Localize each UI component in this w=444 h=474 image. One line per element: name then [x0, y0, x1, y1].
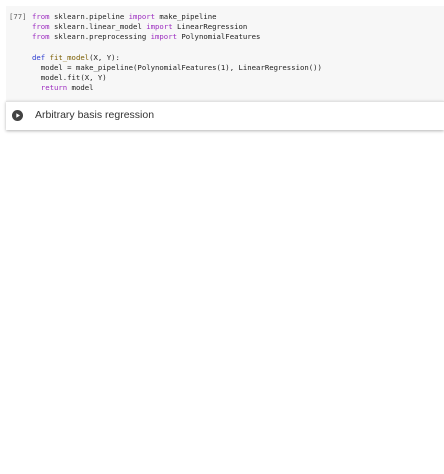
code-line: from sklearn.pipeline import make_pipeli… — [32, 12, 322, 22]
code-line: from sklearn.preprocessing import Polyno… — [32, 32, 322, 42]
code-cell[interactable]: [77] from sklearn.pipeline import make_p… — [6, 6, 444, 101]
code-token: PolynomialFeatures — [176, 32, 261, 42]
code-line: model.fit(X, Y) — [32, 73, 322, 83]
code-token: model — [67, 83, 94, 93]
code-token: import — [146, 22, 173, 32]
code-line: from sklearn.linear_model import LinearR… — [32, 22, 322, 32]
code-token: sklearn.pipeline — [49, 12, 129, 21]
code-token: fit_model — [49, 52, 90, 62]
code-token: (X, Y): — [89, 52, 120, 62]
code-token: from — [32, 22, 50, 32]
code-token: model.fit(X, Y) — [32, 73, 107, 83]
code-token: from — [32, 12, 50, 21]
code-token: import — [150, 32, 177, 42]
code-line: def fit_model(X, Y): — [32, 53, 322, 63]
code-token: LinearRegression — [172, 22, 248, 32]
section-heading: Arbitrary basis regression — [35, 109, 155, 121]
code-token: import — [128, 12, 156, 21]
code-token: sklearn.preprocessing — [49, 32, 151, 42]
execution-count: [77] — [9, 12, 27, 21]
code-token: return — [40, 83, 68, 93]
code-token: model = make_pipeline(PolynomialFeatures… — [32, 62, 322, 72]
code-token: from — [32, 32, 50, 42]
text-cell[interactable]: Arbitrary basis regression — [6, 101, 444, 130]
code-line: model = make_pipeline(PolynomialFeatures… — [32, 63, 322, 73]
play-circle-icon[interactable] — [12, 110, 23, 121]
code-token: make_pipeline — [155, 12, 217, 21]
code-line: return model — [32, 83, 322, 93]
code-token: sklearn.linear_model — [49, 22, 147, 32]
code-editor[interactable]: from sklearn.pipeline import make_pipeli… — [32, 12, 322, 94]
code-token: def — [32, 52, 46, 62]
